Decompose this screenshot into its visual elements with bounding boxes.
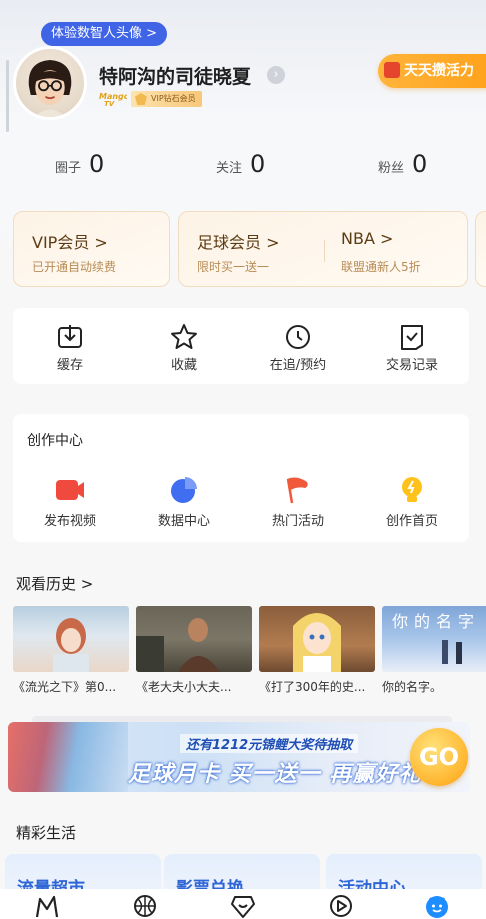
member-title: VIP会员 > — [32, 233, 108, 252]
vip-badge-label: VIP钻石会员 — [151, 94, 196, 103]
creation-label: 数据中心 — [157, 514, 210, 529]
creation-label: 创作首页 — [385, 514, 438, 529]
smiley-profile-icon — [426, 896, 448, 918]
avatar[interactable] — [13, 46, 87, 120]
promo-banner[interactable]: 还有1212元锦鲤大奖待抽取 足球月卡 买一送一 再赢好礼 GO — [8, 722, 470, 792]
history-title[interactable]: 观看历史 > — [16, 573, 93, 594]
divider — [324, 240, 325, 262]
profile-page: 体验数智人头像 > 特阿沟的司徒晓夏 › Mango TV VIP钻石会员 天天… — [0, 0, 486, 919]
mango-logo: Mango TV — [99, 91, 130, 108]
download-icon — [58, 325, 82, 348]
banner-main-text: 足球月卡 买一送一 再赢好礼 — [128, 762, 422, 787]
history-caption: 《打了300年的史... — [259, 680, 366, 694]
quick-action-label: 交易记录 — [385, 358, 438, 373]
quick-action-label: 收藏 — [170, 358, 197, 373]
member-card-peek[interactable] — [475, 211, 486, 287]
banner-top-text: 还有1212元锦鲤大奖待抽取 — [180, 734, 359, 753]
flag-icon — [286, 477, 308, 504]
diamond-icon — [135, 93, 147, 105]
vip-member-card[interactable]: VIP会员 > 已开通自动续费 — [13, 211, 170, 287]
history-item[interactable]: 《流光之下》第0... — [13, 606, 129, 695]
stat-following[interactable]: 关注 0 — [216, 150, 265, 178]
stat-value: 0 — [412, 150, 428, 178]
history-item[interactable]: 《老大夫小大夫... — [136, 606, 252, 695]
stat-circles[interactable]: 圈子 0 — [55, 150, 104, 178]
quick-actions-card: 缓存 收藏 在追/预约 交易记录 — [13, 308, 469, 384]
tab-home[interactable] — [34, 893, 60, 919]
tab-discover[interactable] — [230, 893, 256, 919]
home-logo-icon — [35, 895, 59, 918]
avatar-tip-button[interactable]: 体验数智人头像 > — [41, 22, 168, 46]
history-item[interactable]: 《打了300年的史... — [259, 606, 375, 695]
sports-member-card: 足球会员 > 限时买一送一 NBA > 联盟通新人5折 — [178, 211, 468, 287]
tab-profile[interactable] — [424, 893, 450, 919]
history-item[interactable]: 你的名字 你的名字。 — [382, 606, 486, 695]
stat-value: 0 — [250, 150, 266, 178]
creation-label: 热门活动 — [271, 514, 324, 529]
football-member-subtitle: 限时买一送一 — [197, 260, 270, 274]
basketball-icon — [134, 895, 156, 917]
member-subtitle: 已开通自动续费 — [32, 260, 117, 274]
gift-icon — [384, 62, 400, 78]
energy-button[interactable]: 天天攒活力 — [378, 54, 486, 88]
stat-label: 粉丝 — [378, 161, 405, 176]
video-camera-icon — [56, 480, 84, 500]
thumbnail: 你的名字 — [382, 606, 486, 672]
thumbnail — [13, 606, 129, 672]
stat-value: 0 — [89, 150, 105, 178]
history-caption: 《流光之下》第0... — [13, 680, 117, 694]
lightbulb-icon — [402, 477, 422, 502]
badge-row: Mango TV VIP钻石会员 — [99, 90, 202, 108]
banner-image — [8, 722, 128, 792]
thumbnail — [259, 606, 375, 672]
quick-action-label: 缓存 — [56, 358, 83, 373]
svg-text:TV: TV — [104, 100, 115, 107]
vip-badge[interactable]: VIP钻石会员 — [131, 91, 202, 107]
stat-fans[interactable]: 粉丝 0 — [378, 150, 427, 178]
creation-label: 发布视频 — [43, 514, 96, 529]
tab-video[interactable] — [328, 893, 354, 919]
username: 特阿沟的司徒晓夏 — [99, 66, 252, 88]
life-title: 精彩生活 — [16, 824, 77, 842]
heart-badge-icon — [231, 896, 255, 918]
play-circle-icon — [330, 895, 352, 917]
energy-button-label: 天天攒活力 — [404, 63, 474, 79]
nba-member-subtitle: 联盟通新人5折 — [341, 260, 421, 274]
thumbnail — [136, 606, 252, 672]
receipt-icon — [401, 325, 423, 350]
stat-label: 圈子 — [55, 161, 82, 176]
go-button[interactable]: GO — [410, 728, 468, 786]
star-icon — [171, 324, 197, 349]
football-member-title[interactable]: 足球会员 > — [197, 229, 280, 253]
history-caption: 《老大夫小大夫... — [136, 680, 232, 694]
stat-label: 关注 — [216, 161, 243, 176]
scroll-indicator — [6, 60, 9, 132]
creation-center-card: 创作中心 发布视频 数据中心 热门活动 创作首页 — [13, 414, 469, 542]
tab-sports[interactable] — [132, 893, 158, 919]
history-caption: 你的名字。 — [382, 680, 443, 694]
chevron-right-icon[interactable]: › — [267, 66, 285, 84]
creation-center-title: 创作中心 — [27, 433, 83, 449]
quick-action-label: 在追/预约 — [269, 358, 327, 373]
pie-chart-icon — [171, 477, 197, 503]
tab-bar — [0, 889, 486, 919]
nba-member-title[interactable]: NBA > — [341, 229, 393, 248]
clock-icon — [286, 325, 310, 349]
